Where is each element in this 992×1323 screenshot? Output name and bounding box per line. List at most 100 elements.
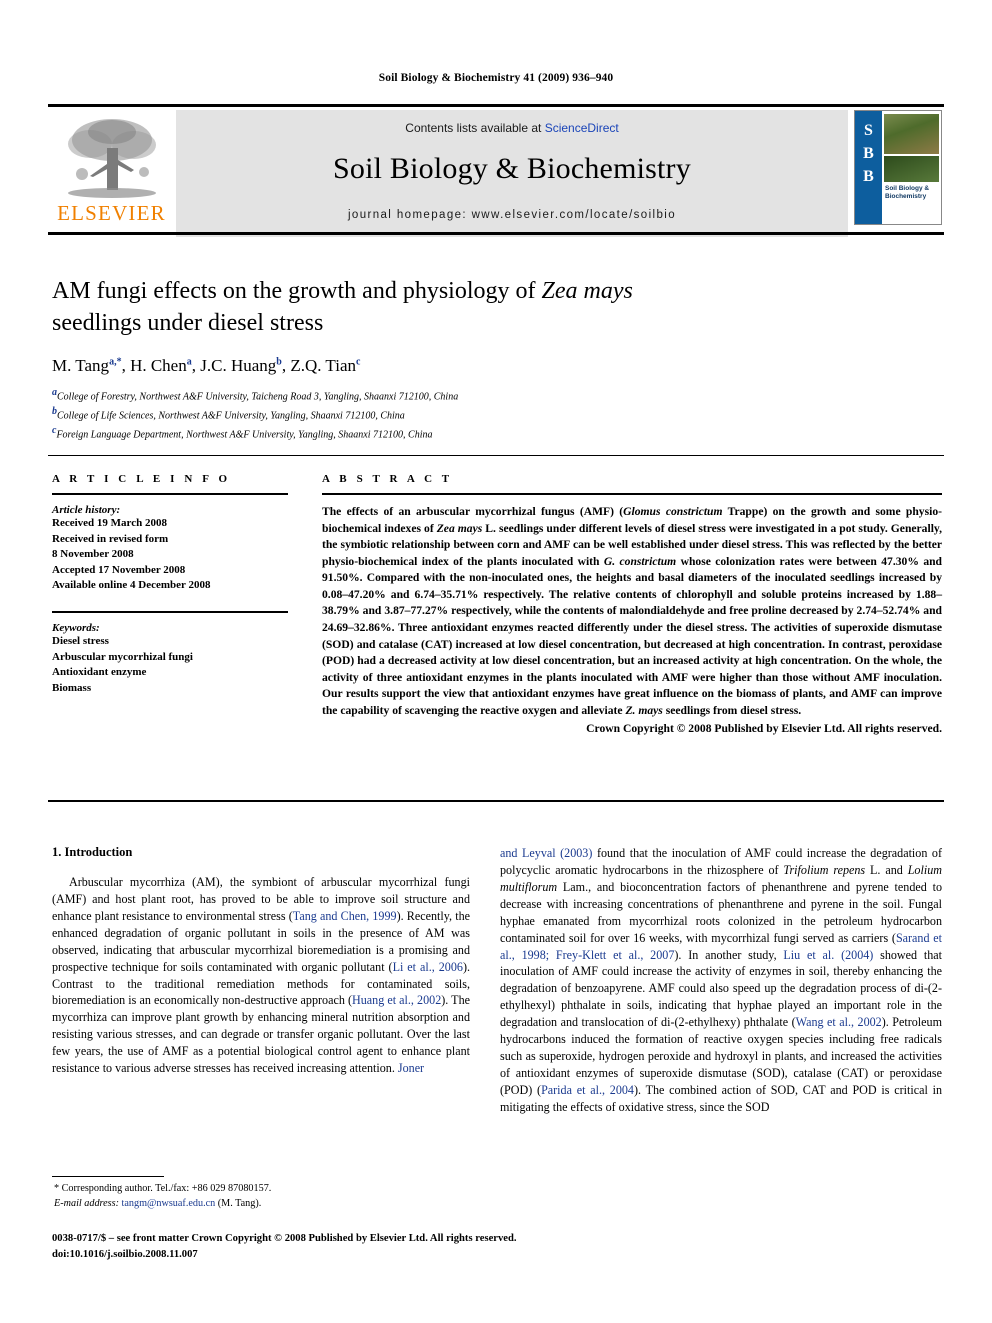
intro-right-seg-4: ). In another study, [674, 947, 784, 962]
contents-prefix: Contents lists available at [405, 121, 545, 135]
cover-art: Soil Biology & Biochemistry [882, 111, 941, 224]
article-info-column: A R T I C L E I N F O Article history: R… [52, 473, 288, 696]
cover-letter-s: S [864, 122, 873, 139]
abstract-italic-2: Zea mays [436, 521, 483, 535]
footnote-rule [52, 1176, 164, 1177]
article-history-label: Article history: [52, 504, 121, 516]
history-item-1: Received 19 March 2008 [52, 517, 167, 529]
history-item-2: Received in revised form [52, 532, 169, 545]
keywords-rule [52, 611, 288, 614]
citation-parida-2004[interactable]: Parida et al., 2004 [541, 1083, 634, 1097]
masthead-bottom-rule [48, 232, 944, 235]
cover-photo-bottom [884, 156, 939, 182]
author-4-sup[interactable]: c [356, 357, 360, 368]
abstract-italic-4: Z. mays [625, 703, 663, 717]
running-head: Soil Biology & Biochemistry 41 (2009) 93… [378, 72, 614, 84]
history-item-3: 8 November 2008 [52, 548, 134, 561]
affiliation-b-text: College of Life Sciences, Northwest A&F … [57, 410, 405, 422]
elsevier-logo: ELSEVIER [48, 110, 176, 237]
journal-banner: Contents lists available at ScienceDirec… [176, 110, 848, 237]
affiliation-a: aCollege of Forestry, Northwest A&F Univ… [52, 386, 672, 405]
intro-paragraph-right: and Leyval (2003) found that the inocula… [500, 845, 942, 1116]
article-info-heading: A R T I C L E I N F O [52, 473, 231, 485]
citation-joner-partial[interactable]: Joner [398, 1061, 424, 1075]
email-link[interactable]: tangm@nwsuaf.edu.cn [122, 1198, 216, 1209]
abstract-seg-5: seedlings from diesel stress. [662, 703, 802, 717]
elsevier-wordmark: ELSEVIER [57, 201, 166, 225]
sciencedirect-link[interactable]: ScienceDirect [545, 121, 619, 135]
abstract-seg-4: whose colonization rates were between 47… [322, 554, 943, 717]
citation-wang-2002[interactable]: Wang et al., 2002 [796, 1015, 882, 1029]
paper-page: Soil Biology & Biochemistry 41 (2009) 93… [0, 0, 992, 1323]
info-band-top-rule [48, 455, 944, 456]
page-title: AM fungi effects on the growth and physi… [52, 276, 672, 339]
author-3: J.C. Huang [200, 356, 277, 376]
cover-letter-b2: B [863, 168, 874, 186]
affiliation-b: bCollege of Life Sciences, Northwest A&F… [52, 405, 672, 424]
author-3-sup[interactable]: b [276, 357, 282, 368]
journal-masthead: ELSEVIER Contents lists available at Sci… [48, 104, 944, 237]
cover-sbb-band: S B B [855, 111, 882, 224]
citation-tang-chen-1999[interactable]: Tang and Chen, 1999 [293, 909, 397, 923]
species-trifolium: Trifolium repens [783, 862, 866, 877]
author-2-sup[interactable]: a [187, 357, 192, 368]
keyword-2: Arbuscular mycorrhizal fungi [52, 650, 193, 663]
cover-photo-top [884, 114, 939, 154]
cover-letter-b1: B [863, 145, 874, 163]
article-info-rule [52, 493, 288, 495]
intro-right-seg-2: L. and [865, 862, 908, 877]
corresponding-author-footnote: * Corresponding author. Tel./fax: +86 02… [52, 1176, 472, 1212]
corresponding-author-line: * Corresponding author. Tel./fax: +86 02… [54, 1183, 272, 1194]
title-block: AM fungi effects on the growth and physi… [52, 276, 672, 443]
keyword-1: Diesel stress [52, 635, 109, 648]
keywords-label: Keywords: [52, 622, 100, 635]
keyword-3: Antioxidant enzyme [52, 666, 147, 679]
author-1: M. Tang [52, 356, 110, 376]
journal-cover-image: S B B Soil Biology & Biochemistry [854, 110, 942, 225]
keyword-4: Biomass [52, 681, 92, 694]
abstract-italic-1: Glomus constrictum [623, 505, 723, 518]
title-species: Zea mays [541, 278, 633, 304]
cover-caption: Soil Biology & Biochemistry [885, 185, 930, 201]
email-line: E-mail address: tangm@nwsuaf.edu.cn (M. … [52, 1197, 472, 1212]
abstract-seg-1: The effects of an arbuscular mycorrhizal… [322, 505, 624, 518]
citation-joner-leyval-2003[interactable]: and Leyval (2003) [500, 846, 592, 860]
doi-line[interactable]: doi:10.1016/j.soilbio.2008.11.007 [52, 1247, 952, 1263]
body-column-right: and Leyval (2003) found that the inocula… [500, 845, 942, 1116]
abstract-copyright: Crown Copyright © 2008 Published by Else… [586, 721, 942, 735]
info-band-bottom-rule [48, 800, 944, 802]
abstract-text: The effects of an arbuscular mycorrhizal… [322, 504, 942, 720]
body-column-left: 1. Introduction Arbuscular mycorrhiza (A… [52, 845, 470, 1077]
abstract-heading: A B S T R A C T [322, 473, 453, 485]
title-part-1: AM fungi effects on the growth and physi… [52, 278, 542, 304]
history-item-5: Available online 4 December 2008 [52, 579, 211, 592]
elsevier-tree-icon [67, 119, 156, 198]
history-item-4: Accepted 17 November 2008 [52, 563, 186, 576]
author-2: H. Chen [130, 356, 187, 376]
author-1-sup[interactable]: a,* [109, 357, 122, 368]
intro-right-seg-3: Lam., and bioconcentration factors of ph… [500, 879, 942, 945]
contents-available-line: Contents lists available at ScienceDirec… [405, 121, 618, 135]
abstract-italic-3: G. constrictum [603, 554, 677, 568]
journal-title: Soil Biology & Biochemistry [333, 152, 691, 185]
page-footer: 0038-0717/$ – see front matter Crown Cop… [52, 1231, 952, 1263]
affiliation-a-text: College of Forestry, Northwest A&F Unive… [57, 391, 459, 403]
email-suffix: (M. Tang). [215, 1197, 262, 1209]
citation-huang-2002[interactable]: Huang et al., 2002 [352, 993, 441, 1007]
citation-li-2006[interactable]: Li et al., 2006 [393, 960, 463, 974]
author-list: M. Tanga,*, H. Chena, J.C. Huangb, Z.Q. … [52, 356, 361, 376]
citation-liu-2004[interactable]: Liu et al. (2004) [783, 948, 873, 962]
journal-cover: S B B Soil Biology & Biochemistry [848, 110, 944, 237]
intro-paragraph-left: Arbuscular mycorrhiza (AM), the symbiont… [52, 874, 470, 1077]
abstract-column: A B S T R A C T The effects of an arbusc… [322, 473, 942, 735]
issn-copyright-line: 0038-0717/$ – see front matter Crown Cop… [52, 1233, 517, 1244]
abstract-rule [322, 493, 942, 495]
author-4: Z.Q. Tian [290, 356, 356, 376]
email-label: E-mail address: [54, 1197, 119, 1209]
affiliation-list: aCollege of Forestry, Northwest A&F Univ… [52, 386, 672, 442]
section-heading-introduction: 1. Introduction [52, 845, 133, 859]
journal-homepage-link[interactable]: journal homepage: www.elsevier.com/locat… [348, 209, 676, 221]
affiliation-c-text: Foreign Language Department, Northwest A… [56, 429, 433, 441]
title-part-2: seedlings under diesel stress [52, 309, 324, 336]
